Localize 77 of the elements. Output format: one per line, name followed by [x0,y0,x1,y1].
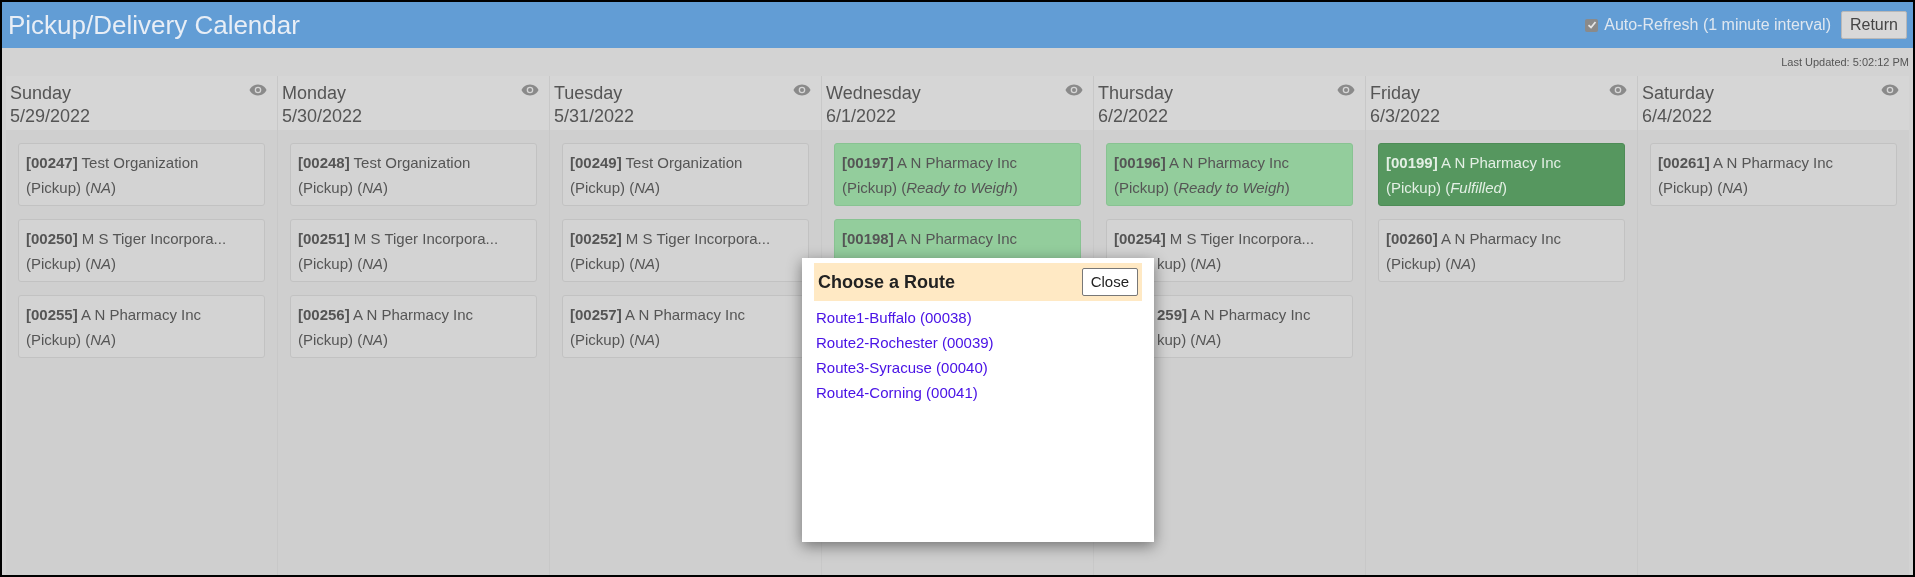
eye-icon[interactable] [1065,84,1083,96]
card-text: [00197] A N Pharmacy Inc [842,153,1018,173]
day-name: Saturday [1642,82,1715,104]
day-date: 6/4/2022 [1642,105,1714,128]
last-updated-text: Last Updated: 5:02:12 PM [1781,54,1909,70]
page-title: Pickup/Delivery Calendar [8,8,300,42]
delivery-card[interactable]: [00197] A N Pharmacy Inc (Pickup) (Ready to Weigh) [834,143,1081,206]
card-text: kup) (NA) [1157,330,1222,350]
day-name: Friday [1370,82,1421,104]
card-text: 259] A N Pharmacy Inc [1157,305,1311,325]
delivery-card[interactable]: [00248] Test Organization (Pickup) (NA) [290,143,537,206]
delivery-card[interactable]: [00255] A N Pharmacy Inc (Pickup) (NA) [18,295,265,358]
card-text: (Pickup) (NA) [298,330,389,350]
delivery-card[interactable]: [00252] M S Tiger Incorpora... (Pickup) (NA) [562,219,809,282]
day-name: Tuesday [554,82,624,104]
card-text: (Pickup) (NA) [26,330,117,350]
close-button[interactable]: Close [1081,268,1138,296]
eye-icon[interactable] [1609,84,1627,96]
day-date: 6/3/2022 [1370,105,1441,128]
delivery-card[interactable]: [00261] A N Pharmacy Inc (Pickup) (NA) [1650,143,1897,206]
delivery-card[interactable]: [00250] M S Tiger Incorpora... (Pickup) (NA) [18,219,265,282]
day-date: 5/29/2022 [10,105,91,128]
route-link[interactable]: Route2-Rochester (00039) [816,330,994,355]
card-text: [00254] M S Tiger Incorpora... [1114,229,1315,249]
eye-icon[interactable] [1337,84,1355,96]
day-name: Sunday [10,82,73,104]
day-date: 5/30/2022 [282,105,363,128]
card-text: (Pickup) (NA) [570,178,661,198]
card-text: [00256] A N Pharmacy Inc [298,305,474,325]
card-text: (Pickup) (Fulfilled) [1386,178,1507,198]
delivery-card[interactable]: [00256] A N Pharmacy Inc (Pickup) (NA) [290,295,537,358]
card-text: (Pickup) (NA) [26,254,117,274]
card-text: [00199] A N Pharmacy Inc [1386,153,1562,173]
day-name: Wednesday [826,82,921,104]
card-text: (Pickup) (NA) [570,330,661,350]
card-text: kup) (NA) [1157,254,1222,274]
route-link[interactable]: Route3-Syracuse (00040) [816,355,988,380]
return-button[interactable]: Return [1840,11,1907,39]
card-text: [00247] Test Organization [26,153,199,173]
route-link[interactable]: Route4-Corning (00041) [816,380,978,405]
card-text: [00250] M S Tiger Incorpora... [26,229,227,249]
delivery-card[interactable]: [00199] A N Pharmacy Inc (Pickup) (Fulfilled) [1378,143,1625,206]
eye-icon[interactable] [249,84,267,96]
delivery-card[interactable]: [00260] A N Pharmacy Inc (Pickup) (NA) [1378,219,1625,282]
day-date: 6/1/2022 [826,105,898,128]
card-text: [00255] A N Pharmacy Inc [26,305,202,325]
card-text: [00260] A N Pharmacy Inc [1386,229,1562,249]
card-text: (Pickup) (Ready to Weigh) [842,178,1018,198]
card-text: (Pickup) (NA) [298,178,389,198]
auto-refresh-label: Auto-Refresh (1 minute interval) [1604,15,1831,35]
delivery-card[interactable]: [00251] M S Tiger Incorpora... (Pickup) (NA) [290,219,537,282]
card-text: (Pickup) (Ready to Weigh) [1114,178,1290,198]
auto-refresh-checkbox[interactable] [1585,18,1599,32]
card-text: [00248] Test Organization [298,153,471,173]
card-text: [00257] A N Pharmacy Inc [570,305,746,325]
delivery-card[interactable]: [00247] Test Organization (Pickup) (NA) [18,143,265,206]
card-text: [00198] A N Pharmacy Inc [842,229,1018,249]
card-text: (Pickup) (NA) [570,254,661,274]
card-text: (Pickup) (NA) [1658,178,1749,198]
card-text: (Pickup) (NA) [26,178,117,198]
day-date: 6/2/2022 [1098,105,1170,128]
card-text: (Pickup) (NA) [298,254,389,274]
eye-icon[interactable] [1881,84,1899,96]
card-text: [00196] A N Pharmacy Inc [1114,153,1290,173]
card-text: [00249] Test Organization [570,153,743,173]
day-name: Thursday [1098,82,1174,104]
route-link[interactable]: Route1-Buffalo (00038) [816,305,972,330]
day-date: 5/31/2022 [554,105,635,128]
delivery-card[interactable]: [00196] A N Pharmacy Inc (Pickup) (Ready to Weigh) [1106,143,1353,206]
card-text: [00261] A N Pharmacy Inc [1658,153,1834,173]
card-text: (Pickup) (NA) [1386,254,1477,274]
card-text: [00251] M S Tiger Incorpora... [298,229,499,249]
day-name: Monday [282,82,348,104]
eye-icon[interactable] [793,84,811,96]
delivery-card[interactable]: [00249] Test Organization (Pickup) (NA) [562,143,809,206]
eye-icon[interactable] [521,84,539,96]
card-text: [00252] M S Tiger Incorpora... [570,229,771,249]
